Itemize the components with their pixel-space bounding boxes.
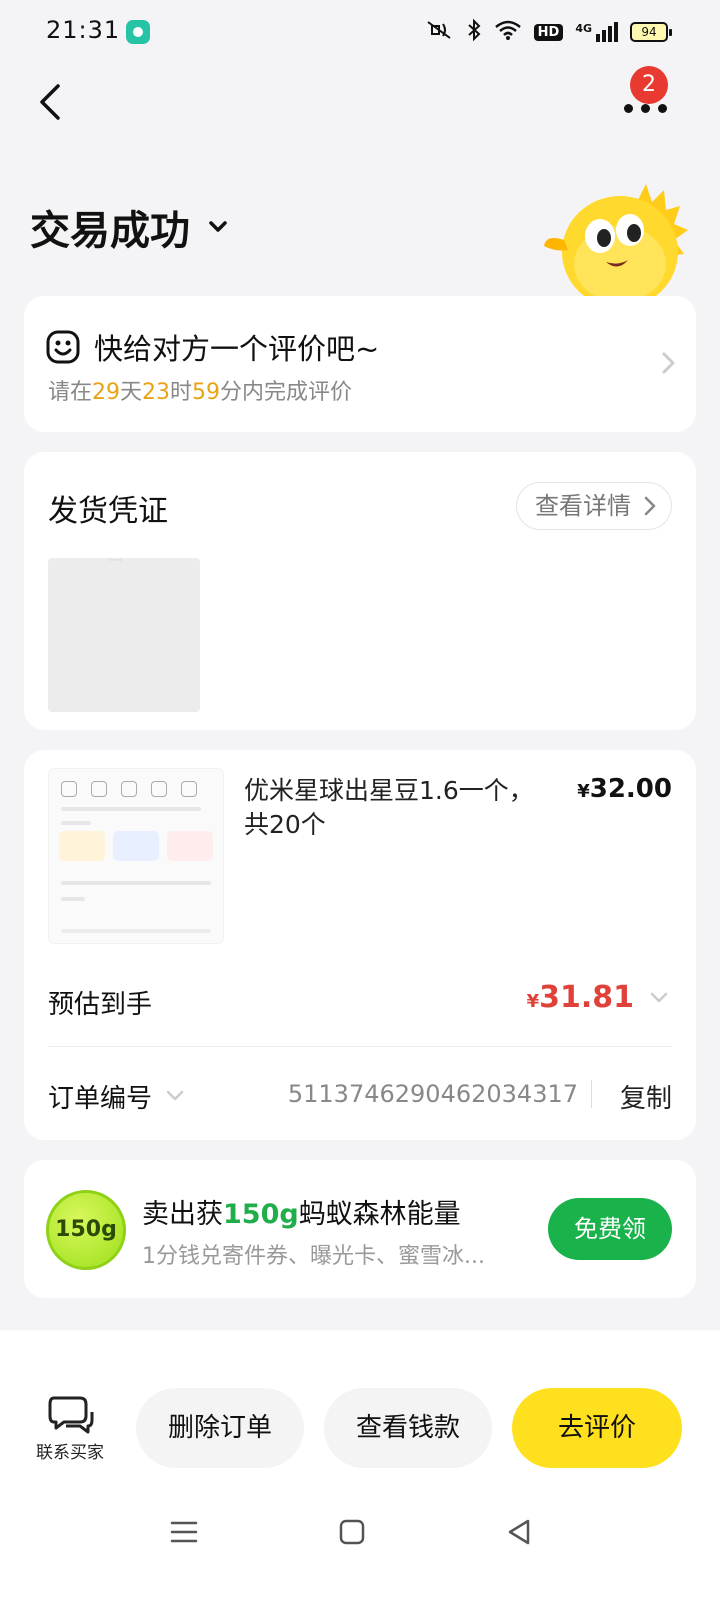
- shipping-proof-card: 发货凭证 查看详情 ·····: [24, 452, 696, 730]
- mute-icon: [424, 18, 454, 47]
- chevron-down-icon[interactable]: [648, 990, 670, 1006]
- proof-title: 发货凭证: [48, 494, 168, 529]
- status-icons: HD 4G 94: [424, 14, 672, 50]
- home-icon[interactable]: [334, 1514, 370, 1550]
- chevron-left-icon: [40, 84, 60, 120]
- back-button[interactable]: [28, 78, 76, 126]
- energy-title: 卖出获150g蚂蚁森林能量: [142, 1199, 461, 1230]
- signal-icon: 4G: [575, 22, 618, 42]
- menu-icon[interactable]: [166, 1514, 202, 1550]
- energy-badge-icon: 150g: [46, 1190, 126, 1270]
- wifi-icon: [494, 19, 522, 46]
- divider: [48, 1046, 672, 1047]
- view-payment-button[interactable]: 查看钱款: [324, 1388, 492, 1468]
- order-status-header[interactable]: 交易成功: [30, 198, 232, 256]
- chevron-right-icon: [644, 496, 656, 516]
- proof-image-thumbnail[interactable]: ·····: [48, 556, 200, 712]
- system-nav-bar: [0, 1490, 720, 1570]
- app-notification-icon: [126, 20, 150, 44]
- chevron-down-icon[interactable]: [164, 1088, 186, 1104]
- order-info-card: 优米星球出星豆1.6一个，共20个 ¥32.00 预估到手 ¥31.81 订单编…: [24, 750, 696, 1140]
- contact-buyer-button[interactable]: 联系买家: [26, 1392, 114, 1472]
- energy-reward-card[interactable]: 150g 卖出获150g蚂蚁森林能量 1分钱兑寄件券、曝光卡、蜜雪冰... 免费…: [24, 1160, 696, 1298]
- claim-free-button[interactable]: 免费领: [548, 1198, 672, 1260]
- order-number-value: 5113746290462034317: [287, 1080, 578, 1108]
- energy-subtitle: 1分钱兑寄件券、曝光卡、蜜雪冰...: [142, 1244, 485, 1269]
- separator: [591, 1080, 592, 1108]
- delete-order-button[interactable]: 删除订单: [136, 1388, 304, 1468]
- bluetooth-icon: [466, 18, 482, 47]
- review-title: 快给对方一个评价吧~: [94, 332, 380, 366]
- chevron-down-icon: [209, 221, 227, 232]
- more-button[interactable]: 2: [622, 66, 670, 126]
- product-thumbnail[interactable]: [48, 768, 224, 944]
- view-details-label: 查看详情: [535, 492, 631, 520]
- contact-buyer-label: 联系买家: [36, 1443, 104, 1463]
- write-review-button[interactable]: 去评价: [512, 1388, 682, 1468]
- order-number-label: 订单编号: [48, 1084, 153, 1114]
- smiley-face-icon: [46, 330, 80, 364]
- chevron-right-icon: [662, 352, 675, 374]
- mascot-illustration: [544, 184, 688, 300]
- review-deadline: 请在29天23时59分内完成评价: [48, 380, 353, 405]
- proof-thumb-mark: ·····: [108, 556, 123, 566]
- more-dots-icon: [624, 104, 667, 113]
- status-bar: 21:31 HD 4G 94: [0, 0, 720, 64]
- chat-bubble-icon: [48, 1396, 94, 1434]
- page-title: 交易成功: [30, 208, 190, 254]
- estimated-receive-amount[interactable]: ¥31.81: [527, 980, 634, 1015]
- hd-badge: HD: [533, 23, 564, 41]
- product-price: ¥32.00: [577, 774, 672, 804]
- status-time: 21:31: [46, 16, 121, 44]
- view-details-button[interactable]: 查看详情: [516, 482, 672, 530]
- copy-order-number-button[interactable]: 复制: [620, 1078, 672, 1115]
- product-title[interactable]: 优米星球出星豆1.6一个，共20个: [244, 774, 544, 842]
- battery-indicator: 94: [630, 22, 672, 42]
- back-triangle-icon[interactable]: [502, 1514, 538, 1550]
- notification-badge: 2: [630, 66, 668, 104]
- network-type: 4G: [575, 22, 592, 35]
- estimated-receive-label: 预估到手: [48, 990, 153, 1020]
- review-reminder-card[interactable]: 快给对方一个评价吧~ 请在29天23时59分内完成评价: [24, 296, 696, 432]
